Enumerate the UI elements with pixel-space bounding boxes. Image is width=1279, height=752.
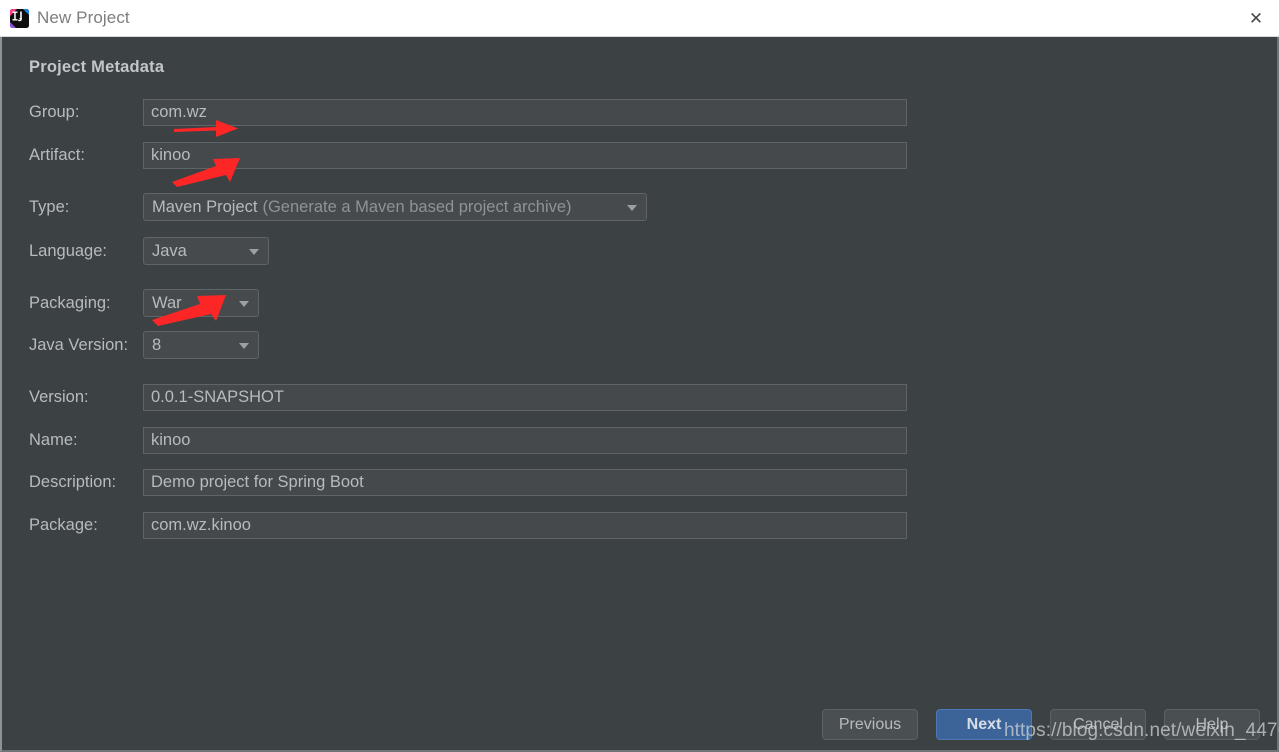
package-input[interactable]: com.wz.kinoo — [143, 512, 907, 539]
java-version-combo[interactable]: 8 — [143, 331, 259, 359]
label-language: Language: — [29, 242, 107, 260]
previous-button[interactable]: Previous — [822, 709, 918, 740]
type-combo-hint: (Generate a Maven based project archive) — [262, 197, 572, 216]
label-type: Type: — [29, 198, 70, 216]
type-combo-value: Maven Project — [152, 197, 258, 216]
watermark-text: https://blog.csdn.net/weixin_44767053 — [1004, 720, 1279, 741]
label-version: Version: — [29, 388, 89, 406]
label-java-version: Java Version: — [29, 336, 129, 354]
type-combo[interactable]: Maven Project (Generate a Maven based pr… — [143, 193, 647, 221]
new-project-dialog: New Project ✕ Project Metadata Group: co… — [0, 0, 1279, 752]
label-artifact: Artifact: — [29, 146, 85, 164]
packaging-combo-value: War — [152, 293, 182, 312]
packaging-combo[interactable]: War — [143, 289, 259, 317]
language-combo[interactable]: Java — [143, 237, 269, 265]
artifact-input[interactable]: kinoo — [143, 142, 907, 169]
name-input[interactable]: kinoo — [143, 427, 907, 454]
java-version-combo-value: 8 — [152, 335, 162, 354]
version-input[interactable]: 0.0.1-SNAPSHOT — [143, 384, 907, 411]
page-title: Project Metadata — [29, 58, 165, 76]
window-title: New Project — [37, 8, 130, 27]
chevron-down-icon — [239, 343, 249, 349]
label-package: Package: — [29, 516, 98, 534]
label-packaging: Packaging: — [29, 294, 111, 312]
description-input[interactable]: Demo project for Spring Boot — [143, 469, 907, 496]
intellij-idea-logo-icon — [10, 9, 29, 28]
chevron-down-icon — [627, 205, 637, 211]
close-icon[interactable]: ✕ — [1233, 0, 1279, 36]
window-titlebar: New Project ✕ — [0, 0, 1279, 37]
language-combo-value: Java — [152, 241, 187, 260]
dialog-content: Project Metadata Group: com.wz Artifact:… — [0, 37, 1279, 752]
group-input[interactable]: com.wz — [143, 99, 907, 126]
label-name: Name: — [29, 431, 78, 449]
label-group: Group: — [29, 103, 80, 121]
chevron-down-icon — [239, 301, 249, 307]
label-description: Description: — [29, 473, 117, 491]
chevron-down-icon — [249, 249, 259, 255]
